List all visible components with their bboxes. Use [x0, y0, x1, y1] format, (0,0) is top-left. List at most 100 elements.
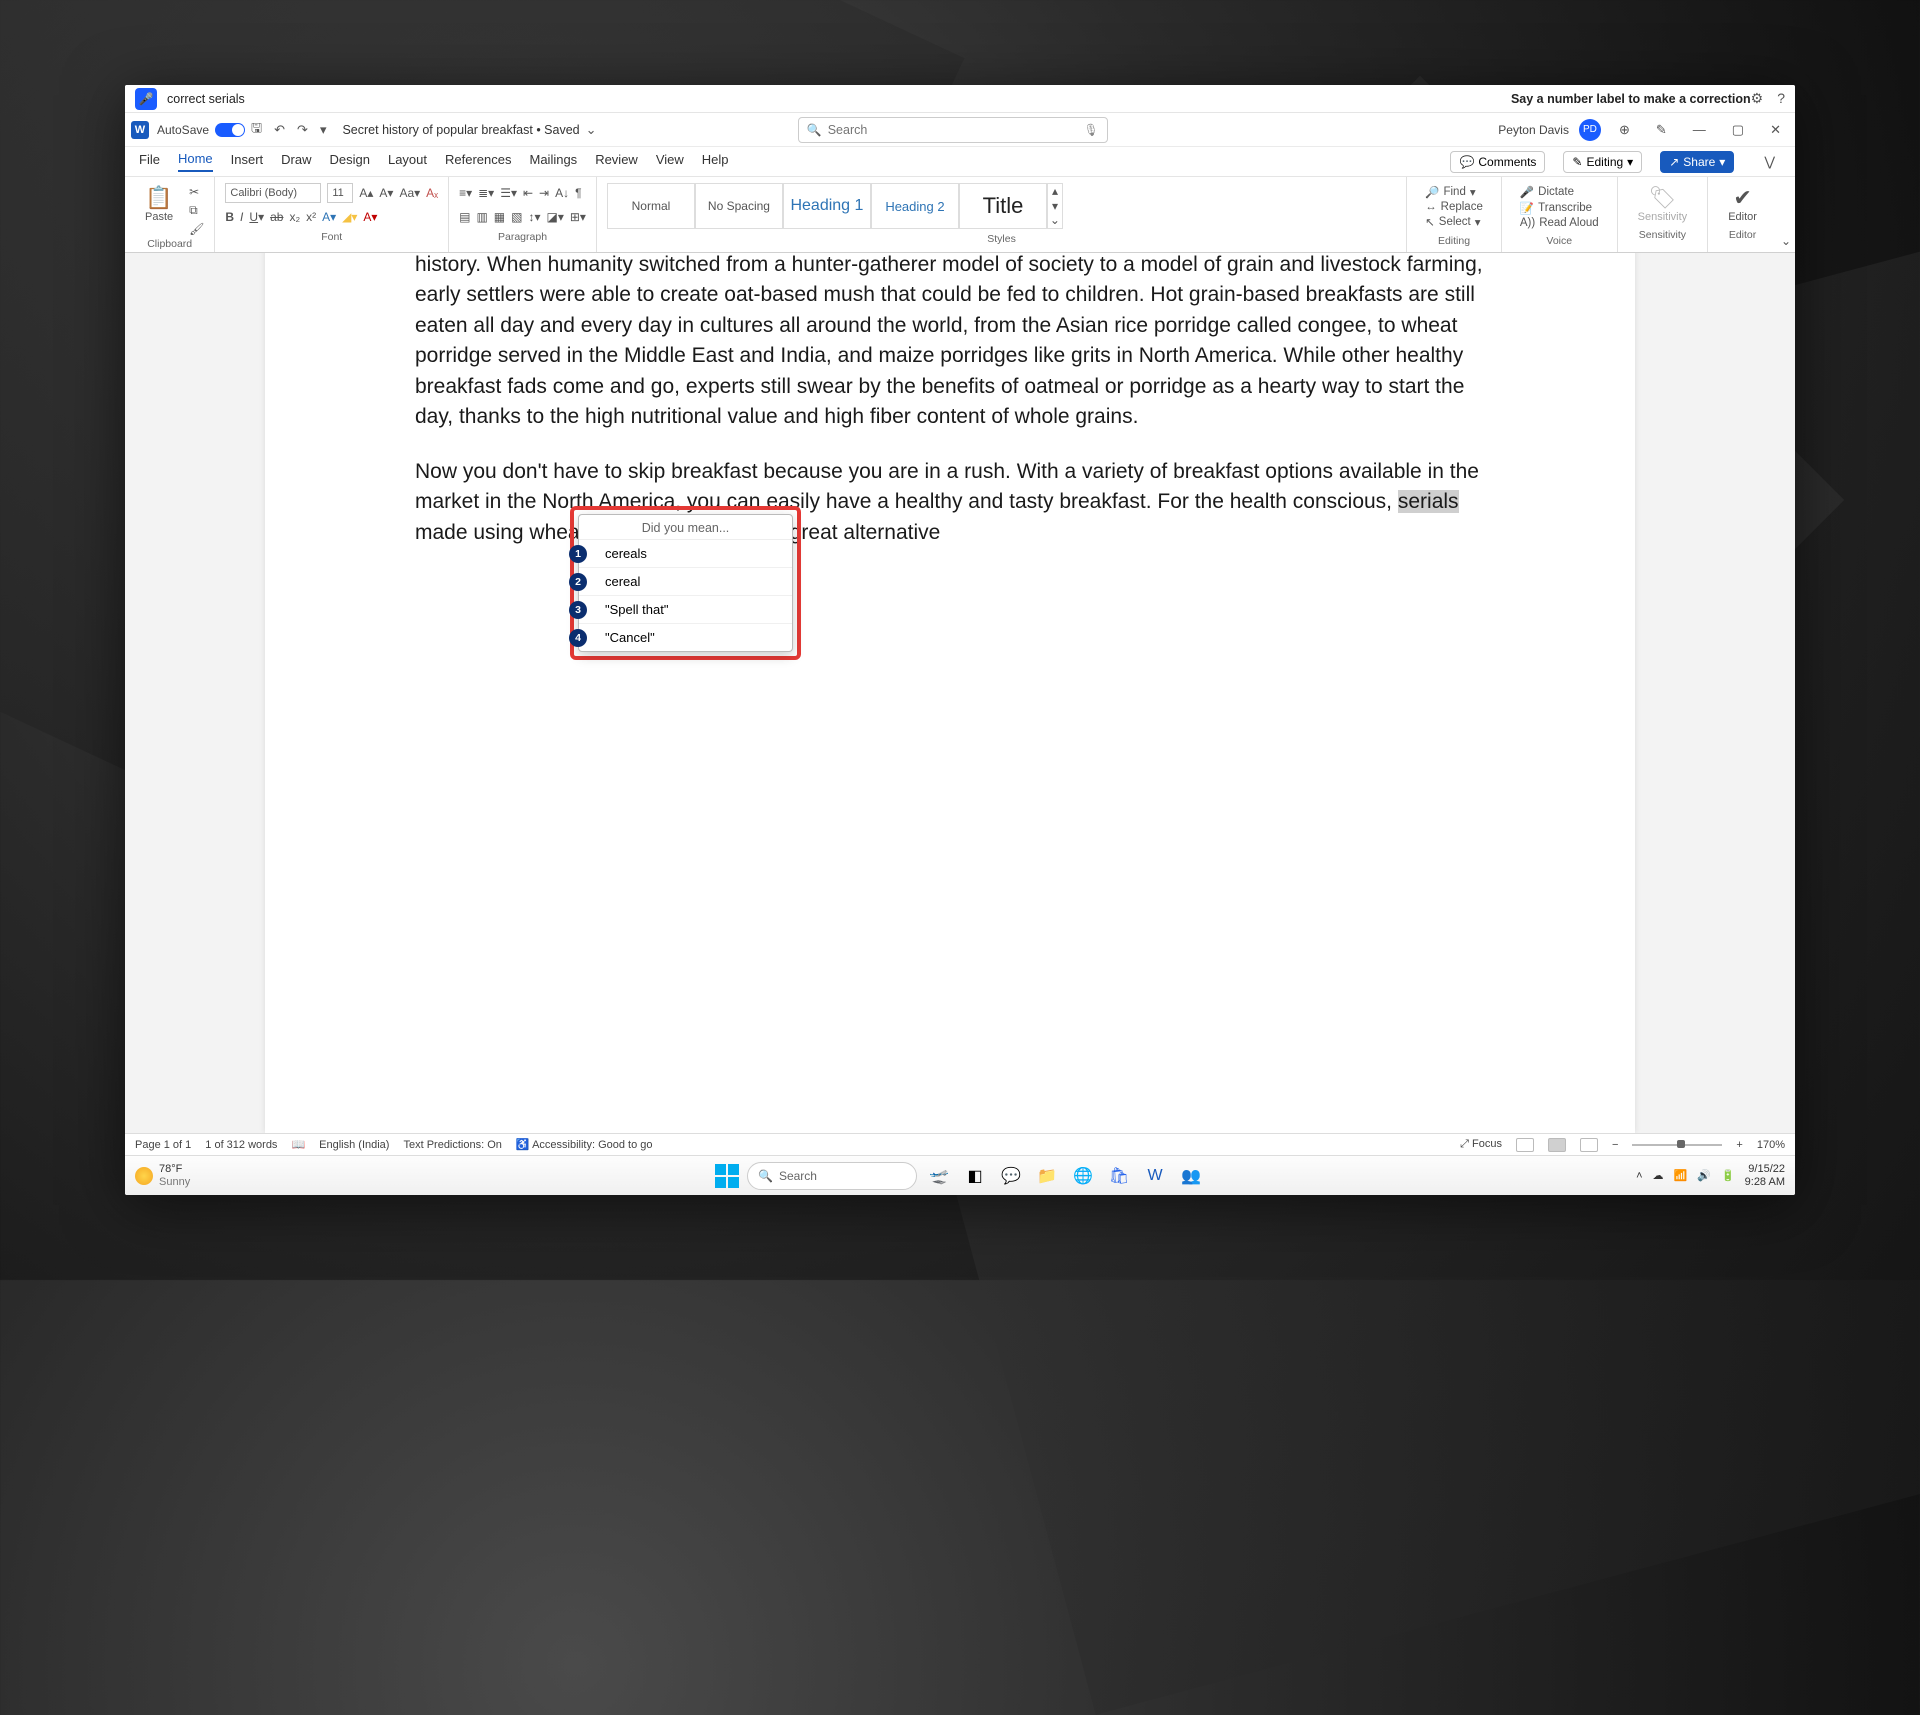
increase-indent-icon[interactable]: ⇥: [539, 186, 549, 200]
document-name[interactable]: Secret history of popular breakfast • Sa…: [342, 123, 579, 137]
align-right-icon[interactable]: ▦: [494, 210, 505, 224]
styles-up-icon[interactable]: ▴: [1048, 184, 1062, 199]
share-button[interactable]: ↗ Share ▾: [1660, 151, 1734, 173]
italic-icon[interactable]: I: [240, 210, 243, 224]
language[interactable]: English (India): [319, 1139, 389, 1151]
user-avatar[interactable]: PD: [1579, 119, 1601, 141]
taskbar-app-2[interactable]: 👥: [1177, 1162, 1205, 1190]
subscript-icon[interactable]: x₂: [289, 210, 300, 224]
system-clock[interactable]: 9/15/22 9:28 AM: [1745, 1163, 1785, 1187]
editing-mode-button[interactable]: ✎ Editing ▾: [1563, 151, 1642, 173]
search-box[interactable]: 🔍 🎙: [798, 117, 1108, 143]
multilevel-icon[interactable]: ☰▾: [500, 186, 517, 200]
voice-help-icon[interactable]: ?: [1777, 90, 1785, 107]
copy-icon[interactable]: ⧉: [189, 203, 204, 218]
tab-draw[interactable]: Draw: [281, 152, 311, 171]
autosave[interactable]: AutoSave: [157, 123, 245, 137]
numbering-icon[interactable]: ≣▾: [478, 186, 494, 200]
justify-icon[interactable]: ▧: [511, 210, 522, 224]
sensitivity-button[interactable]: 🏷Sensitivity: [1628, 181, 1698, 227]
replace-button[interactable]: ↔ Replace: [1425, 201, 1483, 213]
search-input[interactable]: [828, 123, 1084, 137]
doc-name-chevron-icon[interactable]: ⌄: [580, 122, 603, 138]
tray-wifi-icon[interactable]: 📶: [1674, 1169, 1688, 1182]
popup-option-4[interactable]: 4"Cancel": [579, 624, 792, 651]
comments-button[interactable]: 💬 Comments: [1450, 151, 1545, 173]
selected-word[interactable]: serials: [1398, 490, 1459, 513]
find-button[interactable]: 🔎 Find ▾: [1425, 185, 1483, 199]
search-mic-icon[interactable]: 🎙: [1084, 123, 1099, 137]
tray-volume-icon[interactable]: 🔊: [1697, 1169, 1711, 1182]
qat-undo-icon[interactable]: ↶: [268, 122, 291, 138]
ribbon-mode-icon[interactable]: ✎: [1648, 122, 1675, 138]
transcribe-button[interactable]: 📝 Transcribe: [1520, 201, 1599, 215]
tab-references[interactable]: References: [445, 152, 511, 171]
zoom-slider[interactable]: [1632, 1144, 1722, 1146]
spellcheck-icon[interactable]: 📖: [291, 1138, 305, 1151]
task-view-icon[interactable]: ◧: [961, 1162, 989, 1190]
style-heading1[interactable]: Heading 1: [783, 183, 871, 229]
font-name-select[interactable]: Calibri (Body): [225, 183, 321, 203]
qat-customize-icon[interactable]: ▾: [314, 122, 333, 138]
popup-option-2[interactable]: 2cereal: [579, 568, 792, 596]
text-effects-icon[interactable]: A▾: [322, 210, 336, 224]
text-predictions[interactable]: Text Predictions: On: [403, 1139, 501, 1151]
tab-layout[interactable]: Layout: [388, 152, 427, 171]
shading-icon[interactable]: ◪▾: [547, 210, 564, 224]
decrease-font-icon[interactable]: A▾: [379, 186, 393, 200]
tab-review[interactable]: Review: [595, 152, 638, 171]
change-case-icon[interactable]: Aa▾: [399, 186, 420, 200]
tab-mailings[interactable]: Mailings: [530, 152, 578, 171]
word-count[interactable]: 1 of 312 words: [205, 1139, 277, 1151]
close-button[interactable]: ✕: [1762, 122, 1789, 138]
qat-save-icon[interactable]: 🖫: [245, 119, 268, 141]
tab-help[interactable]: Help: [702, 152, 729, 171]
web-layout-icon[interactable]: [1580, 1138, 1598, 1152]
align-left-icon[interactable]: ▤: [459, 210, 470, 224]
qat-redo-icon[interactable]: ↷: [291, 122, 314, 138]
format-painter-icon[interactable]: 🖌: [189, 222, 204, 236]
tab-file[interactable]: File: [139, 152, 160, 171]
user-name[interactable]: Peyton Davis: [1498, 123, 1569, 137]
zoom-in-icon[interactable]: +: [1736, 1139, 1742, 1151]
tab-design[interactable]: Design: [330, 152, 370, 171]
borders-icon[interactable]: ⊞▾: [570, 210, 586, 224]
font-color-icon[interactable]: A▾: [363, 210, 377, 224]
taskbar-chat-icon[interactable]: 💬: [997, 1162, 1025, 1190]
mic-icon[interactable]: 🎤: [135, 88, 157, 110]
app-update-icon[interactable]: ⊕: [1611, 122, 1638, 138]
collapse-ribbon-icon[interactable]: ⋁: [1758, 154, 1781, 170]
line-spacing-icon[interactable]: ↕▾: [528, 210, 540, 224]
dictate-button[interactable]: 🎤 Dictate: [1520, 185, 1599, 199]
maximize-button[interactable]: ▢: [1724, 122, 1752, 138]
taskbar-app-1[interactable]: 🛫: [925, 1162, 953, 1190]
select-button[interactable]: ↖ Select ▾: [1425, 215, 1483, 229]
taskbar-word-icon[interactable]: W: [1141, 1162, 1169, 1190]
editor-button[interactable]: ✔Editor: [1718, 181, 1767, 227]
bullets-icon[interactable]: ≡▾: [459, 186, 472, 200]
tray-onedrive-icon[interactable]: ☁: [1653, 1169, 1664, 1182]
style-nospacing[interactable]: No Spacing: [695, 183, 783, 229]
page-count[interactable]: Page 1 of 1: [135, 1139, 191, 1151]
bold-icon[interactable]: B: [225, 210, 234, 224]
style-heading2[interactable]: Heading 2: [871, 183, 959, 229]
styles-down-icon[interactable]: ▾: [1048, 199, 1062, 214]
ribbon-chevron-icon[interactable]: ⌄: [1781, 234, 1791, 248]
style-title[interactable]: Title: [959, 183, 1047, 229]
paragraph-1[interactable]: history. When humanity switched from a h…: [415, 253, 1485, 433]
paste-button[interactable]: 📋Paste: [135, 181, 183, 236]
weather-widget[interactable]: 78°FSunny: [135, 1163, 190, 1187]
voice-settings-icon[interactable]: ⚙: [1751, 90, 1764, 107]
underline-icon[interactable]: U▾: [249, 210, 264, 224]
print-layout-icon[interactable]: [1548, 1138, 1566, 1152]
tray-chevron-icon[interactable]: ˄: [1636, 1170, 1642, 1182]
autosave-toggle[interactable]: [215, 123, 245, 137]
show-marks-icon[interactable]: ¶: [575, 186, 581, 200]
highlight-icon[interactable]: ◢▾: [342, 210, 357, 224]
accessibility[interactable]: ♿ Accessibility: Good to go: [516, 1138, 653, 1151]
start-button[interactable]: [715, 1164, 739, 1188]
font-size-select[interactable]: 11: [327, 183, 353, 203]
read-mode-icon[interactable]: [1516, 1138, 1534, 1152]
tray-battery-icon[interactable]: 🔋: [1721, 1169, 1735, 1182]
clear-formatting-icon[interactable]: Aₓ: [426, 186, 438, 200]
